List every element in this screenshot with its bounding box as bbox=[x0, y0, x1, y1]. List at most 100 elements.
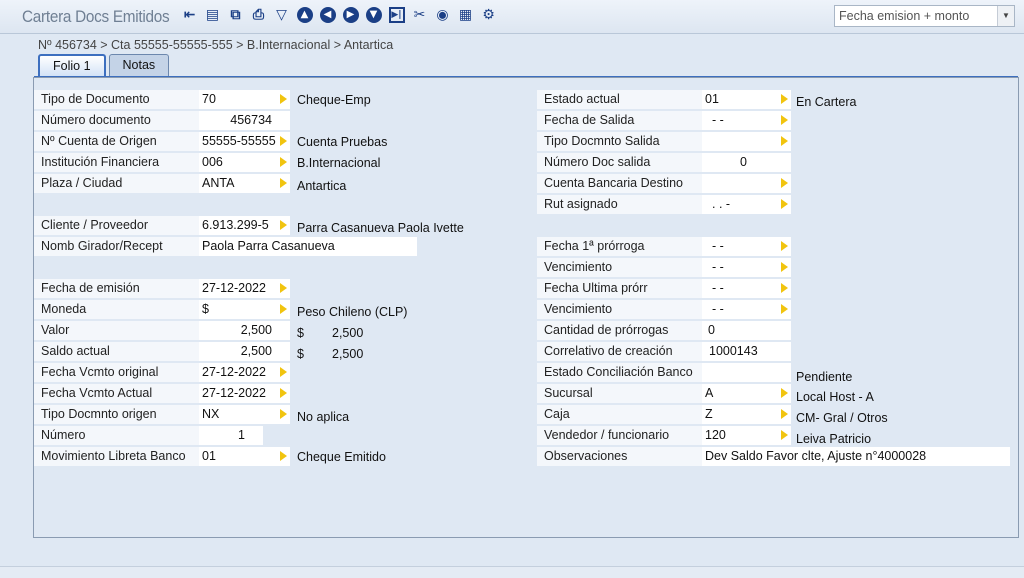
estado-actual-field[interactable]: 01 bbox=[702, 90, 778, 109]
cliente-field[interactable]: 6.913.299-5 bbox=[199, 216, 277, 235]
sucursal-field[interactable]: A bbox=[702, 384, 778, 403]
tipo-documento-field[interactable]: 70 bbox=[199, 90, 277, 109]
lookup-cliente-icon[interactable] bbox=[277, 216, 290, 235]
moneda-field[interactable]: $ bbox=[199, 300, 277, 319]
cliente-desc: Parra Casanueva Paola Ivette bbox=[297, 221, 464, 235]
last-record-icon[interactable]: ▶| bbox=[387, 5, 406, 25]
sort-order-select[interactable]: Fecha emision + monto ▼ bbox=[834, 5, 1015, 27]
prorroga1-label: Fecha 1ª prórroga bbox=[537, 237, 702, 256]
fecha-salida-label: Fecha de Salida bbox=[537, 111, 702, 130]
lookup-cuenta-destino-icon[interactable] bbox=[778, 174, 791, 193]
valor-label: Valor bbox=[34, 321, 199, 340]
toolbar: ⇤ ▤ ⧉ ⎙ ▽ ▲ ◀ ▶ ▼ ▶| ✂ ◉ ▦ ⚙ bbox=[180, 5, 498, 25]
lookup-caja-icon[interactable] bbox=[778, 405, 791, 424]
mov-libreta-label: Movimiento Libreta Banco bbox=[34, 447, 199, 466]
lookup-fecha-emision-icon[interactable] bbox=[277, 279, 290, 298]
lookup-sucursal-icon[interactable] bbox=[778, 384, 791, 403]
fecha-emision-label: Fecha de emisión bbox=[34, 279, 199, 298]
copy-icon[interactable]: ⧉ bbox=[226, 5, 245, 25]
settings-icon[interactable]: ⚙ bbox=[479, 5, 498, 25]
lookup-vencimiento1-icon[interactable] bbox=[778, 258, 791, 277]
lookup-estado-icon[interactable] bbox=[778, 90, 791, 109]
tipo-documento-desc: Cheque-Emp bbox=[297, 93, 371, 107]
institucion-label: Institución Financiera bbox=[34, 153, 199, 172]
calculator-icon[interactable]: ▦ bbox=[456, 5, 475, 25]
cantidad-prorrogas-field[interactable]: 0 bbox=[702, 321, 791, 340]
valor-currency: $ bbox=[297, 326, 304, 340]
app-title: Cartera Docs Emitidos bbox=[22, 7, 170, 26]
arrow-down-icon[interactable]: ▼ bbox=[364, 5, 383, 25]
caja-field[interactable]: Z bbox=[702, 405, 778, 424]
cuenta-origen-desc: Cuenta Pruebas bbox=[297, 135, 388, 149]
chevron-down-icon[interactable]: ▼ bbox=[997, 6, 1014, 26]
tools-icon[interactable]: ✂ bbox=[410, 5, 429, 25]
vendedor-desc: Leiva Patricio bbox=[796, 432, 872, 446]
plaza-field[interactable]: ANTA bbox=[199, 174, 277, 193]
arrow-right-icon[interactable]: ▶ bbox=[341, 5, 360, 25]
tipo-salida-field[interactable] bbox=[702, 132, 778, 151]
fecha-salida-field[interactable]: - - bbox=[702, 111, 778, 130]
lookup-vendedor-icon[interactable] bbox=[778, 426, 791, 445]
lookup-mov-libreta-icon[interactable] bbox=[277, 447, 290, 466]
lookup-tipo-documento-icon[interactable] bbox=[277, 90, 290, 109]
cuenta-origen-field[interactable]: 55555-55555 bbox=[199, 132, 277, 151]
vcmto-actual-field[interactable]: 27-12-2022 bbox=[199, 384, 277, 403]
lookup-cuenta-origen-icon[interactable] bbox=[277, 132, 290, 151]
prorroga-ultima-field[interactable]: - - bbox=[702, 279, 778, 298]
lookup-prorroga-ultima-icon[interactable] bbox=[778, 279, 791, 298]
lookup-plaza-icon[interactable] bbox=[277, 174, 290, 193]
lookup-vcmto-actual-icon[interactable] bbox=[277, 384, 290, 403]
lookup-vencimiento2-icon[interactable] bbox=[778, 300, 791, 319]
vencimiento2-field[interactable]: - - bbox=[702, 300, 778, 319]
valor-field[interactable]: 2,500 bbox=[199, 321, 290, 340]
lookup-vcmto-original-icon[interactable] bbox=[277, 363, 290, 382]
lookup-tipo-salida-icon[interactable] bbox=[778, 132, 791, 151]
tab-notas[interactable]: Notas bbox=[108, 54, 170, 77]
estado-actual-desc: En Cartera bbox=[796, 95, 857, 109]
print-icon[interactable]: ⎙ bbox=[249, 5, 268, 25]
back-arrow-icon[interactable]: ⇤ bbox=[180, 5, 199, 25]
save-icon[interactable]: ▤ bbox=[203, 5, 222, 25]
cuenta-origen-label: Nº Cuenta de Origen bbox=[34, 132, 199, 151]
vendedor-label: Vendedor / funcionario bbox=[537, 426, 702, 445]
numero-label: Número bbox=[34, 426, 199, 445]
prorroga1-field[interactable]: - - bbox=[702, 237, 778, 256]
institucion-desc: B.Internacional bbox=[297, 156, 381, 170]
delete-icon[interactable]: ▽ bbox=[272, 5, 291, 25]
arrow-up-icon[interactable]: ▲ bbox=[295, 5, 314, 25]
tipo-origen-field[interactable]: NX bbox=[199, 405, 277, 424]
girador-field[interactable]: Paola Parra Casanueva bbox=[199, 237, 417, 256]
saldo-currency: $ bbox=[297, 347, 304, 361]
rut-field[interactable]: . . - bbox=[702, 195, 778, 214]
num-doc-salida-field[interactable]: 0 bbox=[702, 153, 791, 172]
numero-field[interactable]: 1 bbox=[199, 426, 263, 445]
conciliacion-field[interactable] bbox=[702, 363, 791, 382]
arrow-left-icon[interactable]: ◀ bbox=[318, 5, 337, 25]
lookup-fecha-salida-icon[interactable] bbox=[778, 111, 791, 130]
lookup-moneda-icon[interactable] bbox=[277, 300, 290, 319]
mov-libreta-field[interactable]: 01 bbox=[199, 447, 277, 466]
vendedor-field[interactable]: 120 bbox=[702, 426, 778, 445]
observaciones-field[interactable]: Dev Saldo Favor clte, Ajuste n°4000028 bbox=[702, 447, 1010, 466]
vcmto-original-field[interactable]: 27-12-2022 bbox=[199, 363, 277, 382]
cuenta-destino-field[interactable] bbox=[702, 174, 778, 193]
sucursal-label: Sucursal bbox=[537, 384, 702, 403]
lookup-rut-icon[interactable] bbox=[778, 195, 791, 214]
lookup-institucion-icon[interactable] bbox=[277, 153, 290, 172]
conciliacion-desc: Pendiente bbox=[796, 370, 853, 384]
lookup-prorroga1-icon[interactable] bbox=[778, 237, 791, 256]
mov-libreta-desc: Cheque Emitido bbox=[297, 450, 386, 464]
status-bar bbox=[0, 566, 1024, 578]
correlativo-field[interactable]: 1000143 bbox=[702, 342, 791, 361]
tab-folio-1[interactable]: Folio 1 bbox=[38, 54, 106, 78]
lookup-tipo-origen-icon[interactable] bbox=[277, 405, 290, 424]
caja-desc: CM- Gral / Otros bbox=[796, 411, 888, 425]
tab-bar: Folio 1 Notas bbox=[38, 54, 170, 78]
saldo-field[interactable]: 2,500 bbox=[199, 342, 290, 361]
prorroga-ultima-label: Fecha Ultima prórr bbox=[537, 279, 702, 298]
vencimiento1-field[interactable]: - - bbox=[702, 258, 778, 277]
numero-documento-field[interactable]: 456734 bbox=[199, 111, 290, 130]
institucion-field[interactable]: 006 bbox=[199, 153, 277, 172]
view-icon[interactable]: ◉ bbox=[433, 5, 452, 25]
fecha-emision-field[interactable]: 27-12-2022 bbox=[199, 279, 277, 298]
